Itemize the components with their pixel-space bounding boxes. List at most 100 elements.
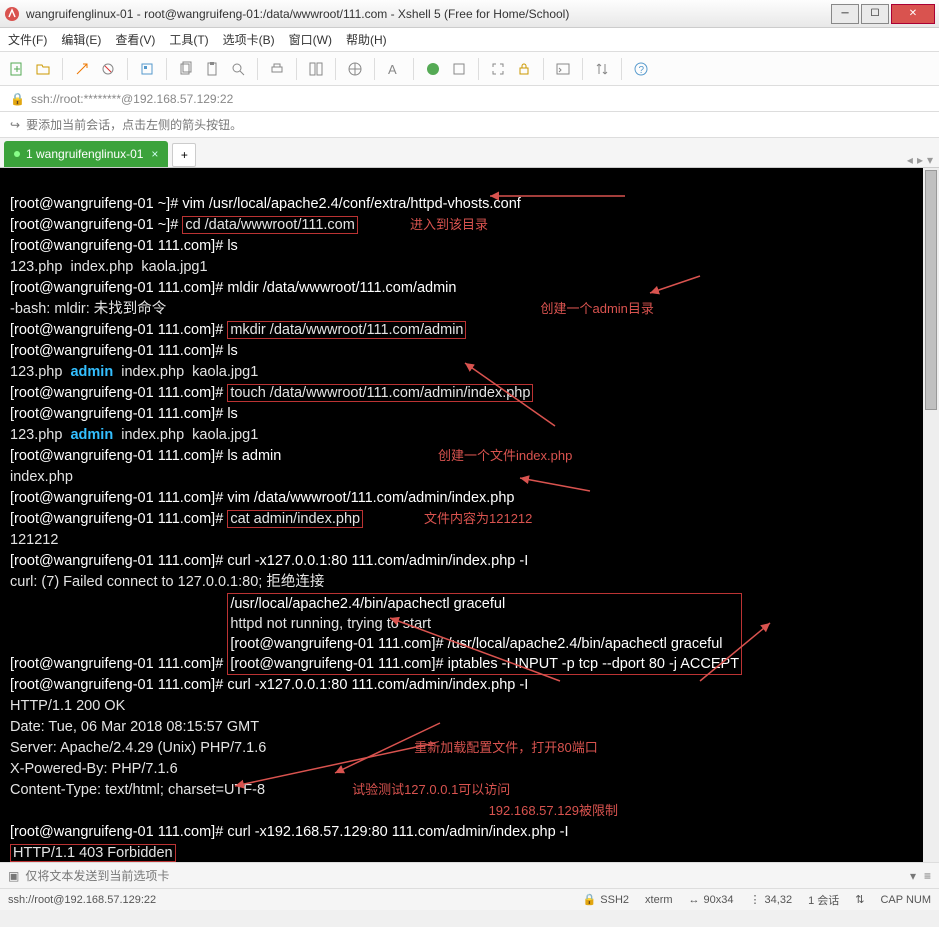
prompt: [root@wangruifeng-01 111.com]# xyxy=(10,322,227,338)
globe-button[interactable] xyxy=(344,58,366,80)
session-tab[interactable]: 1 wangruifenglinux-01 × xyxy=(4,141,168,167)
new-tab-button[interactable]: + xyxy=(172,143,196,167)
tab-prev-icon[interactable]: ◂ xyxy=(907,153,913,167)
output-http-403: HTTP/1.1 403 Forbidden xyxy=(10,844,176,862)
cmd-mldir: mldir /data/wwwroot/111.com/admin xyxy=(227,280,456,296)
cmd-ls-admin: ls admin xyxy=(227,448,281,464)
address-bar[interactable]: 🔒 ssh://root:********@192.168.57.129:22 xyxy=(0,86,939,112)
prompt: [root@wangruifeng-01 111.com]# xyxy=(10,406,227,422)
svg-text:A: A xyxy=(388,62,397,77)
cmd-curl1: curl -x127.0.0.1:80 111.com/admin/index.… xyxy=(227,553,528,569)
prompt: [root@wangruifeng-01 111.com]# xyxy=(10,511,227,527)
cmd-mkdir: mkdir /data/wwwroot/111.com/admin xyxy=(227,321,466,339)
prompt: [root@wangruifeng-01 111.com]# xyxy=(10,824,227,840)
layout-button[interactable] xyxy=(305,58,327,80)
status-pos: ⋮ 34,32 xyxy=(750,893,793,906)
connected-icon xyxy=(14,151,20,157)
menu-edit[interactable]: 编辑(E) xyxy=(61,31,101,48)
info-text: 要添加当前会话，点击左侧的箭头按钮。 xyxy=(26,116,242,133)
prompt: [root@wangruifeng-01 ~]# xyxy=(10,196,182,212)
fullscreen-button[interactable] xyxy=(487,58,509,80)
menu-tab[interactable]: 选项卡(B) xyxy=(223,31,275,48)
menu-tools[interactable]: 工具(T) xyxy=(169,31,208,48)
cmd-ls: ls xyxy=(227,343,237,359)
terminal-scrollbar[interactable] xyxy=(923,168,939,862)
address-text: ssh://root:********@192.168.57.129:22 xyxy=(31,92,233,106)
output: 123.php index.php kaola.jpg1 xyxy=(10,259,208,275)
print-button[interactable] xyxy=(266,58,288,80)
color-button[interactable] xyxy=(422,58,444,80)
prompt: [root@wangruifeng-01 111.com]# xyxy=(10,238,227,254)
paste-button[interactable] xyxy=(201,58,223,80)
connect-button[interactable] xyxy=(71,58,93,80)
status-proto: 🔒 SSH2 xyxy=(583,893,629,906)
annotation: 创建一个文件index.php xyxy=(438,448,572,463)
window-title: wangruifenglinux-01 - root@wangruifeng-0… xyxy=(26,7,829,21)
tab-bar: 1 wangruifenglinux-01 × + ◂ ▸ ▾ xyxy=(0,138,939,168)
window-minimize-button[interactable]: ─ xyxy=(831,4,859,24)
help-button[interactable]: ? xyxy=(630,58,652,80)
window-titlebar: wangruifenglinux-01 - root@wangruifeng-0… xyxy=(0,0,939,28)
output-dir: admin xyxy=(70,427,113,443)
properties-button[interactable] xyxy=(136,58,158,80)
output-error: curl: (7) Failed connect to 127.0.0.1:80… xyxy=(10,574,324,590)
menu-window[interactable]: 窗口(W) xyxy=(289,31,332,48)
prompt: [root@wangruifeng-01 ~]# xyxy=(10,217,182,233)
prompt: [root@wangruifeng-01 111.com]# xyxy=(10,385,227,401)
terminal-icon: ▣ xyxy=(8,869,19,883)
status-size: ↔ 90x34 xyxy=(689,894,734,906)
copy-button[interactable] xyxy=(175,58,197,80)
cmd-curl3: curl -x192.168.57.129:80 111.com/admin/i… xyxy=(227,824,568,840)
output: 121212 xyxy=(10,532,58,548)
tab-label: 1 wangruifenglinux-01 xyxy=(26,147,143,161)
tab-next-icon[interactable]: ▸ xyxy=(917,153,923,167)
menu-help[interactable]: 帮助(H) xyxy=(346,31,387,48)
lock-icon: 🔒 xyxy=(10,92,25,106)
annotation: 192.168.57.129被限制 xyxy=(489,803,618,818)
prompt: [root@wangruifeng-01 111.com]# xyxy=(230,636,447,652)
terminal-button[interactable] xyxy=(552,58,574,80)
info-bar: ↪ 要添加当前会话，点击左侧的箭头按钮。 xyxy=(0,112,939,138)
prompt: [root@wangruifeng-01 111.com]# xyxy=(10,448,227,464)
annotation: 重新加载配置文件，打开80端口 xyxy=(414,740,597,755)
status-address: ssh://root@192.168.57.129:22 xyxy=(8,894,567,906)
output: 123.php xyxy=(10,427,70,443)
annotation: 进入到该目录 xyxy=(410,217,488,232)
window-close-button[interactable]: ✕ xyxy=(891,4,935,24)
menu-icon[interactable]: ≡ xyxy=(924,869,931,883)
find-button[interactable] xyxy=(227,58,249,80)
status-caps: CAP NUM xyxy=(880,894,931,906)
output: Date: Tue, 06 Mar 2018 08:15:57 GMT xyxy=(10,719,259,735)
output-http: HTTP/1.1 200 OK xyxy=(10,698,125,714)
output: httpd not running, trying to start xyxy=(230,616,431,632)
cmd-apachectl2: /usr/local/apache2.4/bin/apachectl grace… xyxy=(448,636,723,652)
app-icon xyxy=(4,6,20,22)
new-session-button[interactable] xyxy=(6,58,28,80)
tab-list-icon[interactable]: ▾ xyxy=(927,153,933,167)
output: Content-Type: text/html; charset=UTF-8 xyxy=(10,782,265,798)
prompt: [root@wangruifeng-01 111.com]# xyxy=(230,656,447,672)
prompt: [root@wangruifeng-01 111.com]# xyxy=(10,490,227,506)
lock-button[interactable] xyxy=(513,58,535,80)
menu-file[interactable]: 文件(F) xyxy=(8,31,47,48)
cmd-iptables: iptables -I INPUT -p tcp --dport 80 -j A… xyxy=(448,656,739,672)
send-dropdown-icon[interactable]: ▾ xyxy=(910,869,916,883)
script-button[interactable] xyxy=(448,58,470,80)
prompt: [root@wangruifeng-01 111.com]# xyxy=(10,553,227,569)
menu-view[interactable]: 查看(V) xyxy=(115,31,155,48)
font-button[interactable]: A xyxy=(383,58,405,80)
terminal[interactable]: [root@wangruifeng-01 ~]# vim /usr/local/… xyxy=(0,168,939,862)
add-session-icon[interactable]: ↪ xyxy=(10,118,20,132)
output: index.php xyxy=(10,469,73,485)
cmd-cat: cat admin/index.php xyxy=(227,510,363,528)
open-button[interactable] xyxy=(32,58,54,80)
status-updown-icon: ⇅ xyxy=(855,893,864,906)
annotation: 文件内容为121212 xyxy=(424,511,532,526)
disconnect-button[interactable] xyxy=(97,58,119,80)
send-bar: ▣ 仅将文本发送到当前选项卡 ▾ ≡ xyxy=(0,862,939,888)
output: X-Powered-By: PHP/7.1.6 xyxy=(10,761,178,777)
transfer-button[interactable] xyxy=(591,58,613,80)
send-bar-text: 仅将文本发送到当前选项卡 xyxy=(25,867,169,884)
window-maximize-button[interactable]: ☐ xyxy=(861,4,889,24)
tab-close-icon[interactable]: × xyxy=(151,147,158,161)
